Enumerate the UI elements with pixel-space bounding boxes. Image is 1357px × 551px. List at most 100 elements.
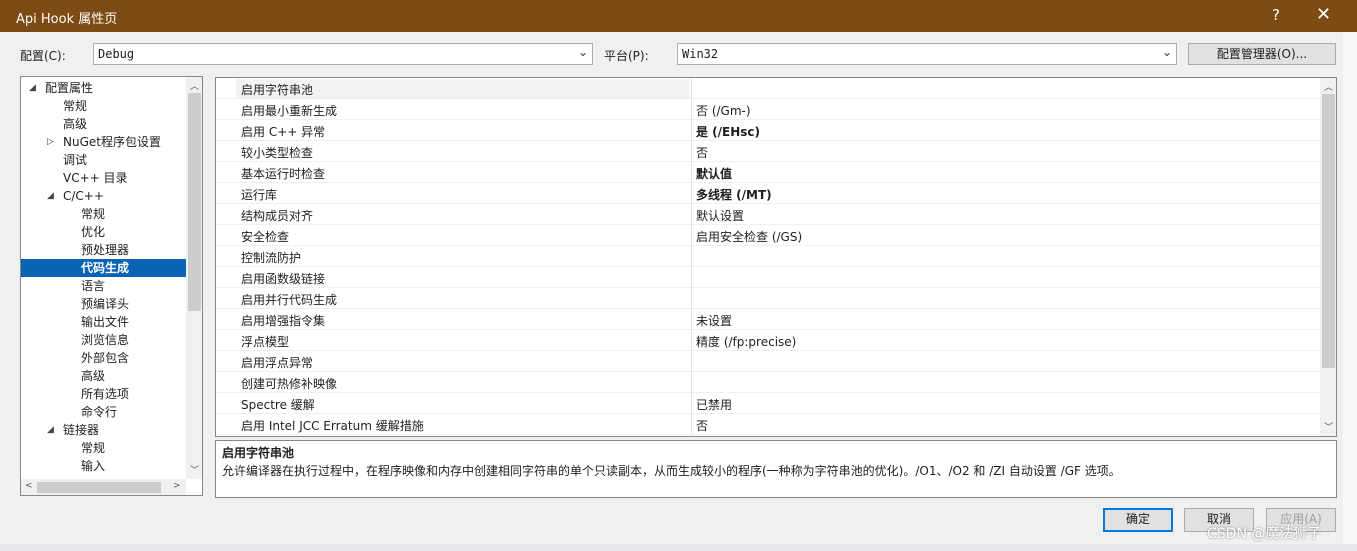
property-row[interactable]: 启用函数级链接 [216, 267, 1320, 288]
property-value[interactable]: 否 [696, 417, 708, 434]
collapse-arrow-icon[interactable]: ◢ [47, 187, 54, 205]
column-divider [691, 414, 692, 435]
property-row[interactable]: 启用浮点异常 [216, 351, 1320, 372]
property-row[interactable]: Spectre 缓解 已禁用 [216, 393, 1320, 414]
column-divider [691, 225, 692, 246]
tree-item[interactable]: ◢ C/C++ [21, 187, 186, 205]
platform-dropdown[interactable]: Win32 ⌄ [677, 43, 1177, 65]
property-row[interactable]: 控制流防护 [216, 246, 1320, 267]
tree-vertical-scrollbar[interactable]: ︿ ﹀ [186, 77, 202, 479]
tree-item-label: 常规 [81, 207, 106, 221]
tree-item-label: 所有选项 [81, 387, 130, 401]
property-grid[interactable]: 启用字符串池启用最小重新生成 否 (/Gm-) 启用 C++ 异常 是 (/EHsc)… [215, 77, 1337, 437]
property-row[interactable]: 启用 Intel JCC Erratum 缓解措施 否 [216, 414, 1320, 435]
description-panel: 启用字符串池 允许编译器在执行过程中，在程序映像和内存中创建相同字符串的单个只读… [215, 440, 1337, 498]
column-divider [691, 393, 692, 414]
collapse-arrow-icon[interactable]: ◢ [47, 421, 54, 439]
expand-arrow-icon[interactable]: ▷ [47, 133, 54, 151]
grid-vertical-scrollbar[interactable]: ︿ ﹀ [1320, 78, 1336, 436]
property-row[interactable]: 较小类型检查 否 [216, 141, 1320, 162]
tree-item[interactable]: ◢ 配置属性 [21, 79, 186, 97]
tree-item[interactable]: 常规 [21, 439, 186, 457]
chevron-down-icon: ⌄ [1161, 45, 1172, 59]
tree-item[interactable]: 常规 [21, 97, 186, 115]
property-row[interactable]: 启用增强指令集 未设置 [216, 309, 1320, 330]
property-row[interactable]: 启用 C++ 异常 是 (/EHsc) [216, 120, 1320, 141]
tree-item[interactable]: 输入 [21, 457, 186, 475]
property-row[interactable]: 结构成员对齐 默认设置 [216, 204, 1320, 225]
property-name: 结构成员对齐 [241, 209, 314, 223]
tree-item[interactable]: 预编译头 [21, 295, 186, 313]
tree-item-label: 高级 [81, 369, 106, 383]
scroll-left-icon[interactable]: < [25, 481, 33, 491]
property-name: 启用函数级链接 [241, 272, 326, 286]
window-title: Api Hook 属性页 [16, 12, 118, 27]
tree-item[interactable]: 常规 [21, 205, 186, 223]
tree-item[interactable]: VC++ 目录 [21, 169, 186, 187]
tree-item[interactable]: ◢ 链接器 [21, 421, 186, 439]
property-row[interactable]: 启用最小重新生成 否 (/Gm-) [216, 99, 1320, 120]
scroll-up-icon[interactable]: ︿ [1324, 80, 1333, 93]
tree-item-label: 调试 [63, 153, 88, 167]
tree-item[interactable]: ▷ NuGet程序包设置 [21, 133, 186, 151]
property-value[interactable]: 已禁用 [696, 396, 732, 413]
tree-horizontal-scrollbar[interactable]: < > [21, 479, 186, 495]
tree-item[interactable]: 语言 [21, 277, 186, 295]
property-row[interactable]: 安全检查 启用安全检查 (/GS) [216, 225, 1320, 246]
column-divider [691, 330, 692, 351]
scroll-up-icon[interactable]: ︿ [190, 79, 199, 92]
scroll-right-icon[interactable]: > [173, 481, 181, 491]
tree-item[interactable]: 高级 [21, 367, 186, 385]
property-value[interactable]: 精度 (/fp:precise) [696, 333, 796, 350]
property-pages-dialog: 配置(C): Debug ⌄ 平台(P): Win32 ⌄ 配置管理器(O)..… [0, 32, 1343, 544]
property-value[interactable]: 默认值 [696, 165, 732, 182]
property-name: 启用并行代码生成 [241, 293, 338, 307]
column-divider [691, 309, 692, 330]
property-value[interactable]: 否 [696, 144, 708, 161]
property-value[interactable]: 是 (/EHsc) [696, 123, 760, 140]
property-row[interactable]: 启用并行代码生成 [216, 288, 1320, 309]
collapse-arrow-icon[interactable]: ◢ [29, 79, 36, 97]
property-value[interactable]: 否 (/Gm-) [696, 102, 751, 119]
property-value[interactable]: 未设置 [696, 312, 732, 329]
config-dropdown[interactable]: Debug ⌄ [93, 43, 593, 65]
config-manager-button[interactable]: 配置管理器(O)... [1188, 43, 1336, 65]
scroll-down-icon[interactable]: ﹀ [1324, 420, 1333, 433]
scrollbar-thumb[interactable] [37, 482, 161, 493]
scroll-down-icon[interactable]: ﹀ [190, 463, 199, 476]
tree-item[interactable]: 代码生成 [21, 259, 186, 277]
tree-item[interactable]: 高级 [21, 115, 186, 133]
property-value[interactable]: 启用安全检查 (/GS) [696, 228, 802, 245]
tree-item[interactable]: 预处理器 [21, 241, 186, 259]
property-row[interactable]: 运行库 多线程 (/MT) [216, 183, 1320, 204]
tree-item-label: VC++ 目录 [63, 171, 128, 185]
property-name: 基本运行时检查 [241, 167, 326, 181]
close-button[interactable]: ✕ [1316, 4, 1331, 25]
tree-item-label: 预编译头 [81, 297, 130, 311]
scrollbar-thumb[interactable] [188, 93, 201, 311]
description-title: 启用字符串池 [222, 446, 295, 460]
property-value[interactable]: 多线程 (/MT) [696, 186, 772, 203]
property-row[interactable]: 创建可热修补映像 [216, 372, 1320, 393]
tree-item-label: 常规 [81, 441, 106, 455]
tree-item[interactable]: 调试 [21, 151, 186, 169]
property-value[interactable]: 默认设置 [696, 207, 744, 224]
tree-item[interactable]: 命令行 [21, 403, 186, 421]
column-divider [691, 141, 692, 162]
tree-item-label: C/C++ [63, 189, 104, 203]
tree-item[interactable]: 外部包含 [21, 349, 186, 367]
scrollbar-thumb[interactable] [1322, 94, 1335, 368]
tree-item-label: 输出文件 [81, 315, 130, 329]
property-tree[interactable]: ◢ 配置属性 常规 高级 ▷ NuGet程序包设置 调试 VC++ 目录 ◢ C/C++ 常规 优化预… [20, 76, 203, 496]
tree-item[interactable]: 输出文件 [21, 313, 186, 331]
tree-item[interactable]: 所有选项 [21, 385, 186, 403]
property-row[interactable]: 基本运行时检查 默认值 [216, 162, 1320, 183]
property-row[interactable]: 启用字符串池 [216, 78, 1320, 99]
property-row[interactable]: 浮点模型 精度 (/fp:precise) [216, 330, 1320, 351]
tree-item[interactable]: 优化 [21, 223, 186, 241]
property-name: 启用最小重新生成 [241, 104, 338, 118]
help-button[interactable]: ? [1272, 6, 1280, 24]
ok-button[interactable]: 确定 [1103, 508, 1173, 532]
tree-item[interactable]: 浏览信息 [21, 331, 186, 349]
column-divider [691, 372, 692, 393]
